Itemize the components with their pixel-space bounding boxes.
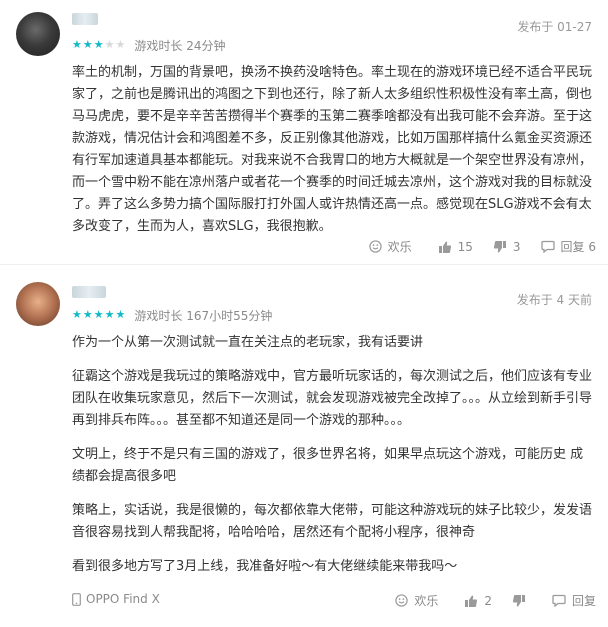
review-paragraph: 作为一个从第一次测试就一直在关注点的老玩家，我有话要讲	[72, 335, 424, 350]
reply-button[interactable]: 回复	[552, 592, 596, 609]
review-paragraph: 征霸这个游戏是我玩过的策略游戏中，官方最听玩家话的，每次测试之后，他们应该有专业…	[72, 369, 593, 428]
reply-count: 回复	[571, 594, 596, 608]
star-icon: ★	[93, 38, 104, 51]
happy-label: 欢乐	[414, 594, 439, 608]
happy-button[interactable]: 欢乐	[368, 238, 412, 255]
rating-stars: ★ ★ ★ ★ ★	[72, 309, 126, 321]
thumbs-up-icon	[438, 241, 451, 253]
review-paragraph: 率土的机制，万国的背景吧，换汤不换药没啥特色。率土现在的游戏环境已经不适合平民玩…	[72, 65, 593, 234]
review-paragraph: 文明上，终于不是只有三国的游戏了，很多世界名将，如果早点玩这个游戏，可能历史 成…	[72, 447, 584, 484]
dislike-count: 3	[512, 239, 521, 254]
divider	[0, 264, 608, 265]
thumbs-up-icon	[465, 595, 478, 607]
like-count: 15	[457, 239, 473, 254]
smiley-icon	[368, 240, 382, 253]
dislike-button[interactable]	[512, 594, 532, 608]
like-count: 2	[484, 593, 492, 608]
reply-button[interactable]: 回复 6	[540, 238, 596, 255]
device-name: OPPO Find X	[86, 592, 160, 606]
star-icon: ★	[104, 308, 115, 321]
playtime: 游戏时长 167小时55分钟	[134, 308, 273, 323]
review-card: 发布于 4 天前 ★ ★ ★ ★ ★ 游戏时长 167小时55分钟 作为一个从第一次测试…	[0, 272, 608, 627]
star-icon: ★	[115, 38, 126, 51]
post-date: 发布于 01-27	[517, 20, 592, 34]
like-button[interactable]: 2	[464, 594, 492, 608]
avatar[interactable]	[16, 12, 60, 56]
thumbs-down-icon	[493, 240, 506, 252]
happy-label: 欢乐	[387, 240, 412, 254]
review-meta: ★ ★ ★ ★ ★ 游戏时长 167小时55分钟	[72, 308, 273, 323]
happy-button[interactable]: 欢乐	[395, 592, 438, 609]
star-icon: ★	[93, 308, 104, 321]
review-paragraph: 看到很多地方写了3月上线，我准备好啦～有大佬继续能来带我吗～	[72, 559, 458, 574]
review-paragraph: 策略上，实话说，我是很懒的，每次都依靠大佬带，可能这种游戏玩的妹子比较少，发发语…	[72, 503, 593, 540]
rating-stars: ★ ★ ★ ★ ★	[72, 39, 126, 51]
device-info: OPPO Find X	[72, 592, 160, 606]
star-icon: ★	[104, 38, 115, 51]
reply-icon	[540, 240, 555, 253]
thumbs-down-icon	[512, 594, 525, 606]
star-icon: ★	[82, 38, 93, 51]
star-icon: ★	[115, 308, 126, 321]
star-icon: ★	[82, 308, 93, 321]
reply-count: 回复 6	[560, 240, 596, 254]
star-icon: ★	[72, 308, 82, 321]
review-body: 率土的机制，万国的背景吧，换汤不换药没啥特色。率土现在的游戏环境已经不适合平民玩…	[72, 62, 592, 238]
dislike-button[interactable]: 3	[493, 240, 521, 254]
playtime: 游戏时长 24分钟	[134, 38, 226, 53]
post-date: 发布于 4 天前	[516, 293, 592, 307]
review-meta: ★ ★ ★ ★ ★ 游戏时长 24分钟	[72, 38, 226, 53]
review-actions: 欢乐 15 3 回复 6	[351, 238, 596, 255]
username[interactable]	[72, 286, 106, 300]
review-body: 作为一个从第一次测试就一直在关注点的老玩家，我有话要讲 征霸这个游戏是我玩过的策…	[72, 332, 592, 578]
phone-icon	[72, 592, 81, 606]
review-actions: 欢乐 2 回复	[377, 592, 596, 609]
review-card: 发布于 01-27 ★ ★ ★ ★ ★ 游戏时长 24分钟 率土的机制，万国的背景吧，换…	[0, 0, 608, 262]
star-icon: ★	[72, 38, 82, 51]
username[interactable]	[72, 13, 98, 27]
reply-icon	[552, 594, 566, 607]
smiley-icon	[395, 594, 409, 607]
like-button[interactable]: 15	[438, 240, 473, 254]
avatar[interactable]	[16, 282, 60, 326]
